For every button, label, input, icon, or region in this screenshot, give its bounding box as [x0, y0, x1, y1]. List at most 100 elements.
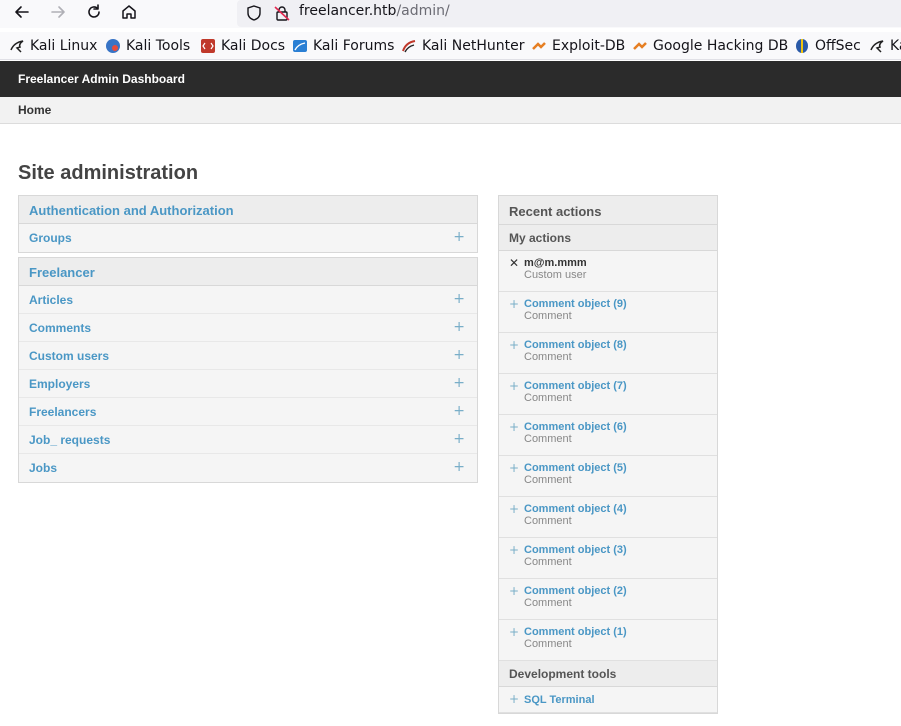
app-caption-freelancer[interactable]: Freelancer: [19, 258, 477, 286]
add-icon: +: [509, 297, 520, 311]
admin-header: Freelancer Admin Dashboard: [0, 61, 901, 97]
dev-tools-heading: Development tools: [499, 661, 717, 687]
app-module-auth: Authentication and Authorization Groups …: [18, 195, 478, 253]
model-link[interactable]: Comments: [29, 321, 91, 335]
back-button[interactable]: [11, 2, 33, 22]
recent-action-link[interactable]: Comment object (4): [524, 503, 627, 515]
add-icon: +: [509, 692, 520, 706]
recent-action-kind: Comment: [524, 474, 572, 486]
bookmark-exploit-db[interactable]: Exploit-DB: [531, 37, 625, 55]
kali-dragon-icon: [9, 38, 25, 54]
model-link[interactable]: Jobs: [29, 461, 57, 475]
bookmark-kali-linux[interactable]: Kali Linux: [9, 37, 97, 55]
reload-button[interactable]: [83, 2, 105, 22]
add-icon[interactable]: +: [453, 229, 465, 245]
ghdb-icon: [632, 38, 648, 54]
insecure-lock-icon[interactable]: [273, 4, 291, 22]
kali-forums-icon: [292, 38, 308, 54]
recent-action-item: + Comment object (3) Comment: [499, 538, 717, 579]
model-row-articles: Articles +: [19, 286, 477, 314]
bookmark-label: OffSec: [815, 38, 861, 54]
address-bar[interactable]: freelancer.htb/admin/: [237, 0, 901, 27]
add-icon[interactable]: +: [453, 431, 465, 447]
shield-icon[interactable]: [245, 4, 263, 22]
add-icon[interactable]: +: [453, 291, 465, 307]
recent-action-link[interactable]: Comment object (5): [524, 462, 627, 474]
bookmark-label: Ka: [890, 38, 901, 54]
bookmark-kali-tools[interactable]: Kali Tools: [105, 37, 190, 55]
recent-action-link[interactable]: Comment object (6): [524, 421, 627, 433]
bookmark-kali-forums[interactable]: Kali Forums: [292, 37, 394, 55]
recent-actions-panel: Recent actions My actions ✕ m@m.mmm Cust…: [498, 195, 718, 714]
model-row-job-requests: Job_ requests +: [19, 426, 477, 454]
app-caption-auth[interactable]: Authentication and Authorization: [19, 196, 477, 224]
recent-action-item: + Comment object (7) Comment: [499, 374, 717, 415]
reload-icon: [88, 4, 100, 18]
url-text: freelancer.htb/admin/: [299, 3, 450, 19]
url-host: freelancer.htb: [299, 3, 397, 19]
model-link[interactable]: Groups: [29, 231, 72, 245]
site-brand-link[interactable]: Freelancer Admin Dashboard: [18, 72, 185, 86]
add-icon: +: [509, 338, 520, 352]
recent-action-kind: Comment: [524, 351, 572, 363]
recent-action-link[interactable]: Comment object (7): [524, 380, 627, 392]
add-icon: +: [509, 584, 520, 598]
bookmark-google-hacking-db[interactable]: Google Hacking DB: [632, 37, 788, 55]
model-link[interactable]: Custom users: [29, 349, 109, 363]
recent-action-kind: Comment: [524, 597, 572, 609]
add-icon[interactable]: +: [453, 375, 465, 391]
recent-action-link[interactable]: Comment object (1): [524, 626, 627, 638]
model-row-jobs: Jobs +: [19, 454, 477, 482]
sql-terminal-link[interactable]: SQL Terminal: [524, 694, 595, 706]
model-link[interactable]: Job_ requests: [29, 433, 110, 447]
add-icon: +: [509, 379, 520, 393]
model-row-employers: Employers +: [19, 370, 477, 398]
recent-action-kind: Custom user: [524, 269, 587, 281]
bookmark-label: Kali Tools: [126, 38, 191, 54]
model-row-custom-users: Custom users +: [19, 342, 477, 370]
home-button[interactable]: [118, 2, 140, 22]
add-icon[interactable]: +: [453, 459, 465, 475]
bookmark-label: Google Hacking DB: [653, 38, 789, 54]
model-link[interactable]: Employers: [29, 377, 90, 391]
add-icon[interactable]: +: [453, 347, 465, 363]
exploit-db-icon: [531, 38, 547, 54]
recent-action-item: + Comment object (4) Comment: [499, 497, 717, 538]
page-title: Site administration: [18, 162, 199, 184]
my-actions-heading: My actions: [499, 225, 717, 251]
recent-action-item: ✕ m@m.mmm Custom user: [499, 251, 717, 292]
add-icon: +: [509, 625, 520, 639]
model-row-comments: Comments +: [19, 314, 477, 342]
bookmark-kali-docs[interactable]: Kali Docs: [200, 37, 285, 55]
recent-action-kind: Comment: [524, 433, 572, 445]
model-link[interactable]: Articles: [29, 293, 73, 307]
app-module-freelancer: Freelancer Articles + Comments + Custom …: [18, 257, 478, 483]
kali-dragon-icon: [869, 38, 885, 54]
home-icon: [122, 5, 136, 19]
forward-button[interactable]: [47, 2, 69, 22]
bookmark-kali-nethunter[interactable]: Kali NetHunter: [401, 37, 524, 55]
model-row-groups: Groups +: [19, 224, 477, 252]
recent-action-link[interactable]: Comment object (8): [524, 339, 627, 351]
recent-action-item: + Comment object (9) Comment: [499, 292, 717, 333]
recent-action-link[interactable]: Comment object (2): [524, 585, 627, 597]
recent-action-kind: Comment: [524, 515, 572, 527]
add-icon: +: [509, 420, 520, 434]
recent-action-link[interactable]: Comment object (9): [524, 298, 627, 310]
add-icon[interactable]: +: [453, 319, 465, 335]
browser-toolbar: freelancer.htb/admin/: [0, 0, 901, 28]
add-icon: +: [509, 502, 520, 516]
recent-action-kind: Comment: [524, 310, 572, 322]
recent-action-kind: Comment: [524, 556, 572, 568]
recent-actions-caption: Recent actions: [499, 196, 717, 225]
model-link[interactable]: Freelancers: [29, 405, 96, 419]
bookmark-kali-more[interactable]: Ka: [869, 37, 901, 55]
add-icon: +: [509, 543, 520, 557]
bookmark-label: Kali Forums: [313, 38, 395, 54]
breadcrumb-home-link[interactable]: Home: [18, 103, 51, 117]
recent-action-link[interactable]: Comment object (3): [524, 544, 627, 556]
bookmark-offsec[interactable]: OffSec: [794, 37, 861, 55]
add-icon[interactable]: +: [453, 403, 465, 419]
offsec-icon: [794, 38, 810, 54]
url-path: /admin/: [396, 3, 450, 19]
